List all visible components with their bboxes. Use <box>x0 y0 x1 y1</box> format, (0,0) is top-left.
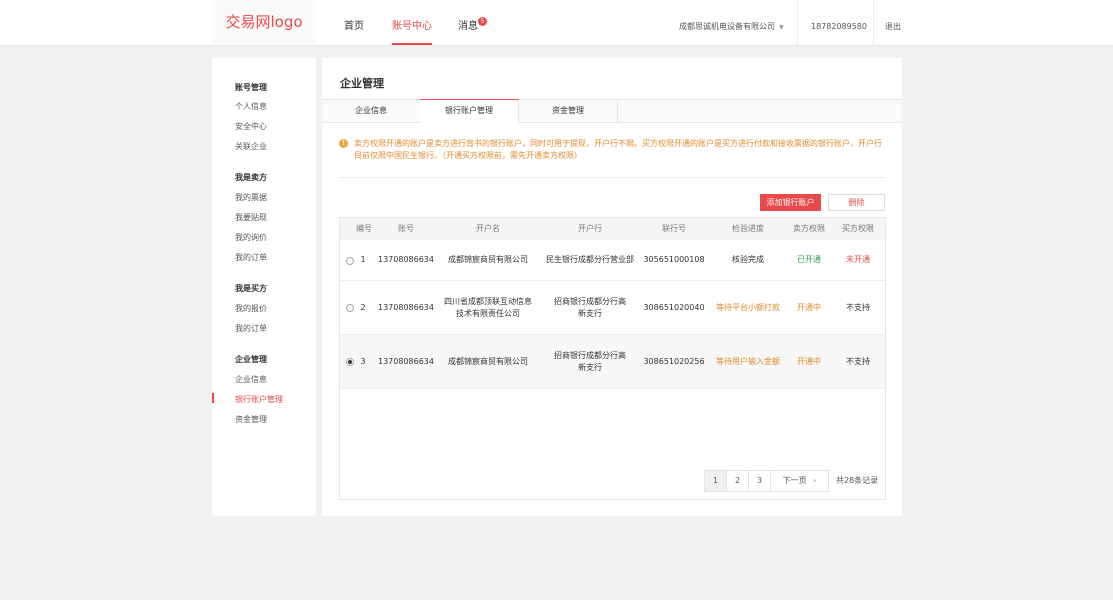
logout-link[interactable]: 退出 <box>885 0 901 45</box>
next-page-button[interactable]: 下一页 › <box>770 470 829 492</box>
sidebar-group-title: 我是买方 <box>235 284 267 293</box>
sidebar-item-seller-orders[interactable]: 我的订单 <box>235 252 267 263</box>
table-row[interactable]: 1 13708086634 成都锦宸商贸有限公司 民生银行成都分行营业部 305… <box>340 240 885 281</box>
company-switcher[interactable]: 成都思诚机电设备有限公司 ▼ <box>679 0 784 45</box>
sidebar-item-linked-companies[interactable]: 关联企业 <box>235 141 267 152</box>
sidebar-group-title: 企业管理 <box>235 355 267 364</box>
row-radio[interactable] <box>346 257 354 265</box>
nav-messages-label: 消息 <box>458 21 478 32</box>
column-header-bank: 开户行 <box>578 224 602 233</box>
row-radio-selected[interactable] <box>346 358 354 366</box>
cell-buy-permission: 不支持 <box>846 356 870 366</box>
cell-bank-code: 305651000108 <box>643 255 705 264</box>
nav-account-center-label: 账号中心 <box>392 21 432 32</box>
sidebar-item-company-info[interactable]: 企业信息 <box>235 374 267 385</box>
column-header-sell-permission: 卖方权限 <box>793 224 825 233</box>
site-logo[interactable]: 交易网logo <box>212 0 316 44</box>
total-records: 共28条记录 <box>836 476 879 485</box>
divider <box>797 0 798 45</box>
nav-messages[interactable]: 消息 5 <box>458 0 487 45</box>
cell-number: 2 <box>360 302 366 312</box>
message-count-badge: 5 <box>478 17 487 26</box>
cell-bank: 招商银行成都分行高新支行 <box>554 296 626 318</box>
tab-funds[interactable]: 资金管理 <box>519 100 618 122</box>
cell-bank: 招商银行成都分行高新支行 <box>554 350 626 372</box>
next-page-label: 下一页 <box>782 476 807 485</box>
sidebar-group-title: 账号管理 <box>235 83 267 92</box>
cell-number: 3 <box>360 356 366 366</box>
column-header-buy-permission: 买方权限 <box>842 224 874 233</box>
cell-account-name: 成都锦宸商贸有限公司 <box>448 356 528 366</box>
cell-account: 13708086634 <box>378 302 434 312</box>
column-header-account: 账号 <box>398 224 414 233</box>
active-nav-underline <box>392 43 432 45</box>
active-item-marker <box>212 393 214 403</box>
chevron-down-icon: ▼ <box>779 24 784 31</box>
divider <box>339 177 885 178</box>
warning-icon: ! <box>339 139 348 148</box>
row-radio[interactable] <box>346 304 354 312</box>
sidebar-group-title: 我是卖方 <box>235 173 267 182</box>
user-phone: 18782089580 <box>811 22 867 31</box>
nav-home[interactable]: 首页 <box>344 0 364 45</box>
tab-bank-accounts[interactable]: 银行账户管理 <box>420 99 519 124</box>
cell-sell-permission: 开通中 <box>797 356 821 366</box>
chevron-right-icon: › <box>813 476 817 485</box>
sidebar-item-my-bills[interactable]: 我的票据 <box>235 192 267 203</box>
cell-bank: 民生银行成都分行营业部 <box>546 255 634 264</box>
cell-progress: 等待平台小额打款 <box>716 302 780 312</box>
add-bank-account-button[interactable]: 添加银行账户 <box>760 194 821 211</box>
sidebar-item-my-inquiries[interactable]: 我的询价 <box>235 232 267 243</box>
table-row[interactable]: 3 13708086634 成都锦宸商贸有限公司 招商银行成都分行高新支行 30… <box>340 335 885 389</box>
nav-account-center[interactable]: 账号中心 <box>392 0 432 45</box>
page-title: 企业管理 <box>340 77 384 90</box>
top-navigation-bar: 交易网logo 首页 账号中心 消息 5 成都思诚机电设备有限公司 ▼ 18782… <box>0 0 1113 46</box>
page-button-1[interactable]: 1 <box>704 470 727 492</box>
divider <box>873 0 874 45</box>
tab-bar: 企业信息 银行账户管理 资金管理 <box>322 99 902 124</box>
cell-buy-permission: 未开通 <box>846 255 870 264</box>
cell-account: 13708086634 <box>378 356 434 366</box>
cell-account-name: 四川省成都顶联互动信息技术有限责任公司 <box>444 296 532 318</box>
table-header: 编号 账号 开户名 开户行 联行号 检验进度 卖方权限 买方权限 <box>340 218 885 240</box>
column-header-number: 编号 <box>356 224 372 233</box>
tab-company-info[interactable]: 企业信息 <box>322 100 421 122</box>
sidebar-item-personal-info[interactable]: 个人信息 <box>235 101 267 112</box>
cell-progress: 等待用户输入金额 <box>716 356 780 366</box>
sidebar-item-security-center[interactable]: 安全中心 <box>235 121 267 132</box>
cell-bank-code: 308651020040 <box>643 302 705 312</box>
cell-bank-code: 308651020256 <box>643 356 705 366</box>
column-header-bank-code: 联行号 <box>662 224 686 233</box>
page-button-2[interactable]: 2 <box>726 470 749 492</box>
cell-account-name: 成都锦宸商贸有限公司 <box>448 255 528 264</box>
cell-sell-permission: 已开通 <box>797 255 821 264</box>
sidebar-item-buyer-orders[interactable]: 我的订单 <box>235 323 267 334</box>
cell-buy-permission: 不支持 <box>846 302 870 312</box>
cell-account: 13708086634 <box>378 255 434 264</box>
cell-number: 1 <box>360 255 366 264</box>
cell-sell-permission: 开通中 <box>797 302 821 312</box>
company-name: 成都思诚机电设备有限公司 <box>679 22 775 31</box>
page-button-3[interactable]: 3 <box>748 470 771 492</box>
sidebar-item-discount[interactable]: 我要贴现 <box>235 212 267 223</box>
delete-button[interactable]: 删除 <box>828 194 885 211</box>
sidebar-item-bank-accounts[interactable]: 银行账户管理 <box>235 394 283 405</box>
sidebar-item-funds[interactable]: 资金管理 <box>235 414 267 425</box>
bank-account-table: 编号 账号 开户名 开户行 联行号 检验进度 卖方权限 买方权限 1 13708… <box>339 217 886 500</box>
notice-text: 卖方权限开通的账户是卖方进行背书的银行账户，同时可用于提现，开户行不限。买方权限… <box>354 139 882 160</box>
sidebar-item-my-quotes[interactable]: 我的报价 <box>235 303 267 314</box>
column-header-account-name: 开户名 <box>476 224 500 233</box>
column-header-progress: 检验进度 <box>732 224 764 233</box>
main-panel: 企业管理 企业信息 银行账户管理 资金管理 ! 卖方权限开通的账户是卖方进行背书… <box>322 58 902 516</box>
cell-progress: 核验完成 <box>732 255 764 264</box>
sidebar: 账号管理 个人信息 安全中心 关联企业 我是卖方 我的票据 我要贴现 我的询价 … <box>212 58 316 516</box>
table-row[interactable]: 2 13708086634 四川省成都顶联互动信息技术有限责任公司 招商银行成都… <box>340 281 885 335</box>
